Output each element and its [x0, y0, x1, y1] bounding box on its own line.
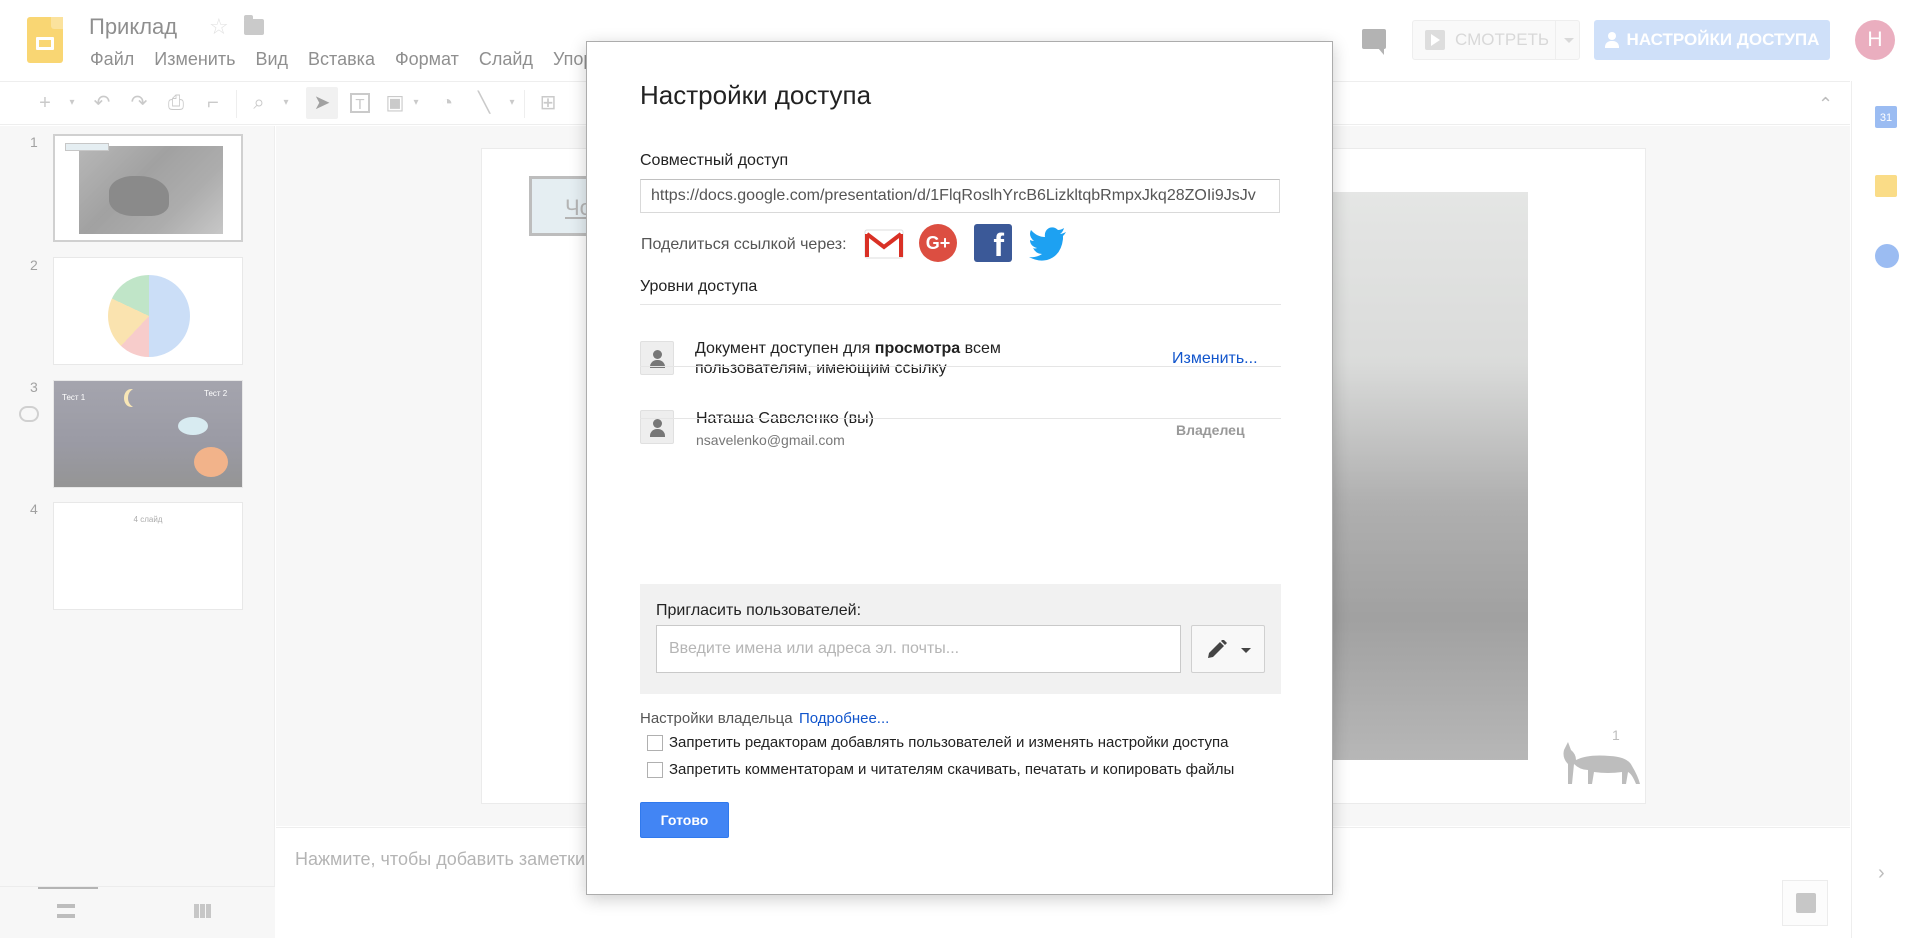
learn-more-link[interactable]: Подробнее... — [799, 710, 889, 727]
dialog-title: Настройки доступа — [640, 80, 872, 110]
invite-label: Пригласить пользователей: — [656, 602, 862, 619]
chevron-down-icon — [1241, 648, 1251, 653]
restrict-editors-label[interactable]: Запретить редакторам добавлять пользоват… — [669, 734, 1228, 751]
share-via-label: Поделиться ссылкой через: — [641, 236, 847, 253]
access-level: просмотра — [874, 340, 961, 357]
done-button[interactable]: Готово — [640, 802, 729, 838]
invite-input[interactable] — [656, 625, 1181, 673]
restrict-editors-option: Запретить редакторам добавлять пользоват… — [647, 734, 1228, 751]
person-icon — [640, 410, 674, 444]
restrict-viewers-label[interactable]: Запретить комментаторам и читателям скач… — [669, 761, 1234, 778]
invite-section: Пригласить пользователей: — [640, 584, 1281, 694]
access-levels-label: Уровни доступа — [640, 278, 758, 295]
owner-email: nsavelenko@gmail.com — [696, 432, 845, 448]
gmail-icon[interactable] — [864, 224, 904, 262]
restrict-viewers-checkbox[interactable] — [647, 761, 663, 778]
restrict-viewers-option: Запретить комментаторам и читателям скач… — [647, 761, 1234, 778]
owner-settings-label: Настройки владельца — [640, 710, 793, 727]
restrict-editors-checkbox[interactable] — [647, 734, 663, 751]
shared-access-label: Совместный доступ — [640, 152, 789, 169]
owner-role: Владелец — [1176, 422, 1245, 438]
link-access-icon — [640, 341, 674, 375]
facebook-icon[interactable]: f — [974, 224, 1012, 262]
owner-name: Наташа Савеленко (вы) — [696, 410, 874, 427]
google-plus-icon[interactable]: G+ — [919, 224, 957, 262]
sharing-dialog: Настройки доступа Совместный доступ Поде… — [586, 41, 1333, 895]
link-access-description: Документ доступен для просмотра всем пол… — [695, 339, 1025, 379]
pencil-icon — [1208, 640, 1227, 658]
access-text-prefix: Документ доступен для — [695, 340, 875, 357]
share-link-input[interactable] — [640, 179, 1280, 213]
twitter-icon[interactable] — [1028, 224, 1068, 262]
permission-dropdown[interactable] — [1191, 625, 1265, 673]
